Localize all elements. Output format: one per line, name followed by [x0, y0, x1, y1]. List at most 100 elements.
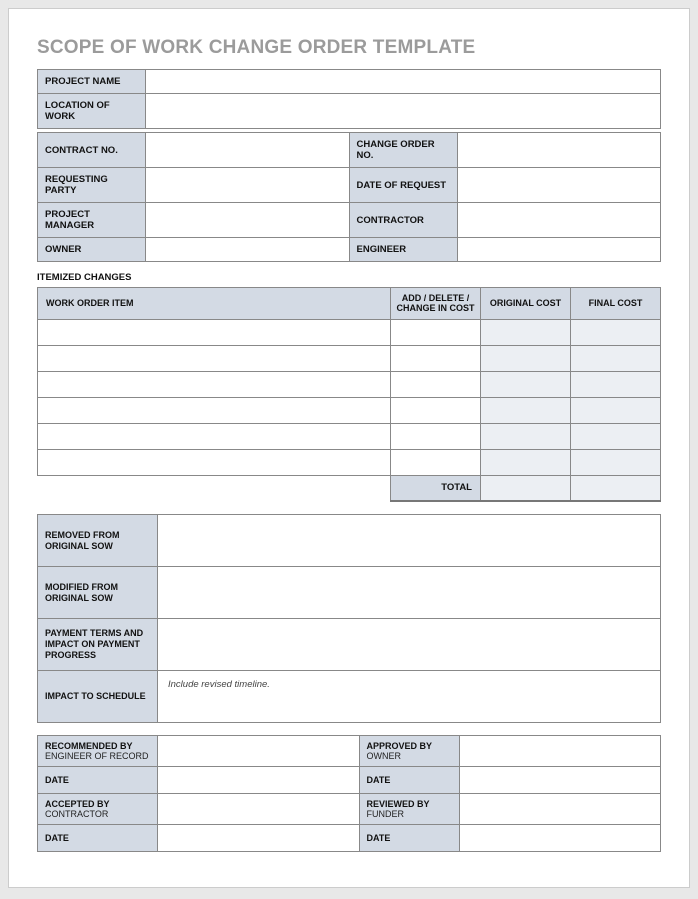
approved-sub: OWNER: [367, 751, 452, 761]
total-label: TOTAL: [391, 475, 481, 501]
col-final-cost: FINAL COST: [571, 288, 661, 320]
accepted-label: ACCEPTED BY CONTRACTOR: [38, 794, 158, 825]
engineer-value[interactable]: [457, 238, 661, 262]
cell-orig[interactable]: [481, 371, 571, 397]
owner-label: OWNER: [38, 238, 146, 262]
header-table-2: CONTRACT NO. CHANGE ORDER NO. REQUESTING…: [37, 132, 661, 262]
requesting-party-value[interactable]: [146, 168, 350, 203]
cell-final[interactable]: [571, 449, 661, 475]
cell-final[interactable]: [571, 397, 661, 423]
table-row: [38, 423, 661, 449]
cell-item[interactable]: [38, 397, 391, 423]
contractor-label: CONTRACTOR: [349, 203, 457, 238]
project-name-label: PROJECT NAME: [38, 70, 146, 94]
cell-change[interactable]: [391, 449, 481, 475]
removed-label: REMOVED FROM ORIGINAL SOW: [38, 515, 158, 567]
schedule-label: IMPACT TO SCHEDULE: [38, 671, 158, 723]
contract-no-value[interactable]: [146, 133, 350, 168]
reviewed-sub: FUNDER: [367, 809, 452, 819]
table-row: [38, 345, 661, 371]
total-orig: [481, 475, 571, 501]
total-row: TOTAL: [38, 475, 661, 501]
approved-value[interactable]: [459, 736, 661, 767]
contractor-value[interactable]: [457, 203, 661, 238]
date-of-request-label: DATE OF REQUEST: [349, 168, 457, 203]
payment-label: PAYMENT TERMS AND IMPACT ON PAYMENT PROG…: [38, 619, 158, 671]
recommended-date-label: DATE: [38, 767, 158, 794]
accepted-sub: CONTRACTOR: [45, 809, 150, 819]
cell-orig[interactable]: [481, 423, 571, 449]
recommended-title: RECOMMENDED BY: [45, 741, 133, 751]
itemized-table: WORK ORDER ITEM ADD / DELETE / CHANGE IN…: [37, 287, 661, 502]
cell-final[interactable]: [571, 319, 661, 345]
reviewed-title: REVIEWED BY: [367, 799, 430, 809]
approved-label: APPROVED BY OWNER: [359, 736, 459, 767]
engineer-label: ENGINEER: [349, 238, 457, 262]
table-row: [38, 319, 661, 345]
reviewed-value[interactable]: [459, 794, 661, 825]
cell-item[interactable]: [38, 319, 391, 345]
accepted-date-label: DATE: [38, 825, 158, 852]
approved-date-label: DATE: [359, 767, 459, 794]
reviewed-label: REVIEWED BY FUNDER: [359, 794, 459, 825]
contract-no-label: CONTRACT NO.: [38, 133, 146, 168]
cell-orig[interactable]: [481, 397, 571, 423]
table-row: [38, 371, 661, 397]
reviewed-date-label: DATE: [359, 825, 459, 852]
reviewed-date-value[interactable]: [459, 825, 661, 852]
owner-value[interactable]: [146, 238, 350, 262]
payment-value[interactable]: [158, 619, 661, 671]
cell-item[interactable]: [38, 449, 391, 475]
project-manager-label: PROJECT MANAGER: [38, 203, 146, 238]
recommended-value[interactable]: [158, 736, 360, 767]
details-table: REMOVED FROM ORIGINAL SOW MODIFIED FROM …: [37, 514, 661, 723]
cell-orig[interactable]: [481, 345, 571, 371]
cell-item[interactable]: [38, 345, 391, 371]
schedule-value[interactable]: Include revised timeline.: [158, 671, 661, 723]
spacer: [38, 475, 391, 501]
cell-change[interactable]: [391, 397, 481, 423]
itemized-body: TOTAL: [38, 319, 661, 501]
signature-table: RECOMMENDED BY ENGINEER OF RECORD APPROV…: [37, 735, 661, 852]
cell-orig[interactable]: [481, 319, 571, 345]
itemized-section-title: ITEMIZED CHANGES: [37, 272, 661, 283]
col-original-cost: ORIGINAL COST: [481, 288, 571, 320]
approved-title: APPROVED BY: [367, 741, 433, 751]
modified-label: MODIFIED FROM ORIGINAL SOW: [38, 567, 158, 619]
cell-final[interactable]: [571, 345, 661, 371]
cell-change[interactable]: [391, 319, 481, 345]
cell-change[interactable]: [391, 371, 481, 397]
cell-item[interactable]: [38, 423, 391, 449]
cell-change[interactable]: [391, 423, 481, 449]
cell-orig[interactable]: [481, 449, 571, 475]
accepted-date-value[interactable]: [158, 825, 360, 852]
requesting-party-label: REQUESTING PARTY: [38, 168, 146, 203]
document-page: SCOPE OF WORK CHANGE ORDER TEMPLATE PROJ…: [8, 8, 690, 888]
total-final: [571, 475, 661, 501]
cell-change[interactable]: [391, 345, 481, 371]
cell-final[interactable]: [571, 423, 661, 449]
project-manager-value[interactable]: [146, 203, 350, 238]
table-row: [38, 449, 661, 475]
accepted-value[interactable]: [158, 794, 360, 825]
accepted-title: ACCEPTED BY: [45, 799, 110, 809]
date-of-request-value[interactable]: [457, 168, 661, 203]
location-label: LOCATION OF WORK: [38, 94, 146, 129]
col-add-delete: ADD / DELETE / CHANGE IN COST: [391, 288, 481, 320]
modified-value[interactable]: [158, 567, 661, 619]
cell-final[interactable]: [571, 371, 661, 397]
recommended-sub: ENGINEER OF RECORD: [45, 751, 150, 761]
location-value[interactable]: [146, 94, 661, 129]
removed-value[interactable]: [158, 515, 661, 567]
change-order-no-value[interactable]: [457, 133, 661, 168]
cell-item[interactable]: [38, 371, 391, 397]
page-title: SCOPE OF WORK CHANGE ORDER TEMPLATE: [37, 37, 661, 59]
table-row: [38, 397, 661, 423]
approved-date-value[interactable]: [459, 767, 661, 794]
recommended-label: RECOMMENDED BY ENGINEER OF RECORD: [38, 736, 158, 767]
change-order-no-label: CHANGE ORDER NO.: [349, 133, 457, 168]
header-table-1: PROJECT NAME LOCATION OF WORK: [37, 69, 661, 129]
col-work-order-item: WORK ORDER ITEM: [38, 288, 391, 320]
project-name-value[interactable]: [146, 70, 661, 94]
recommended-date-value[interactable]: [158, 767, 360, 794]
